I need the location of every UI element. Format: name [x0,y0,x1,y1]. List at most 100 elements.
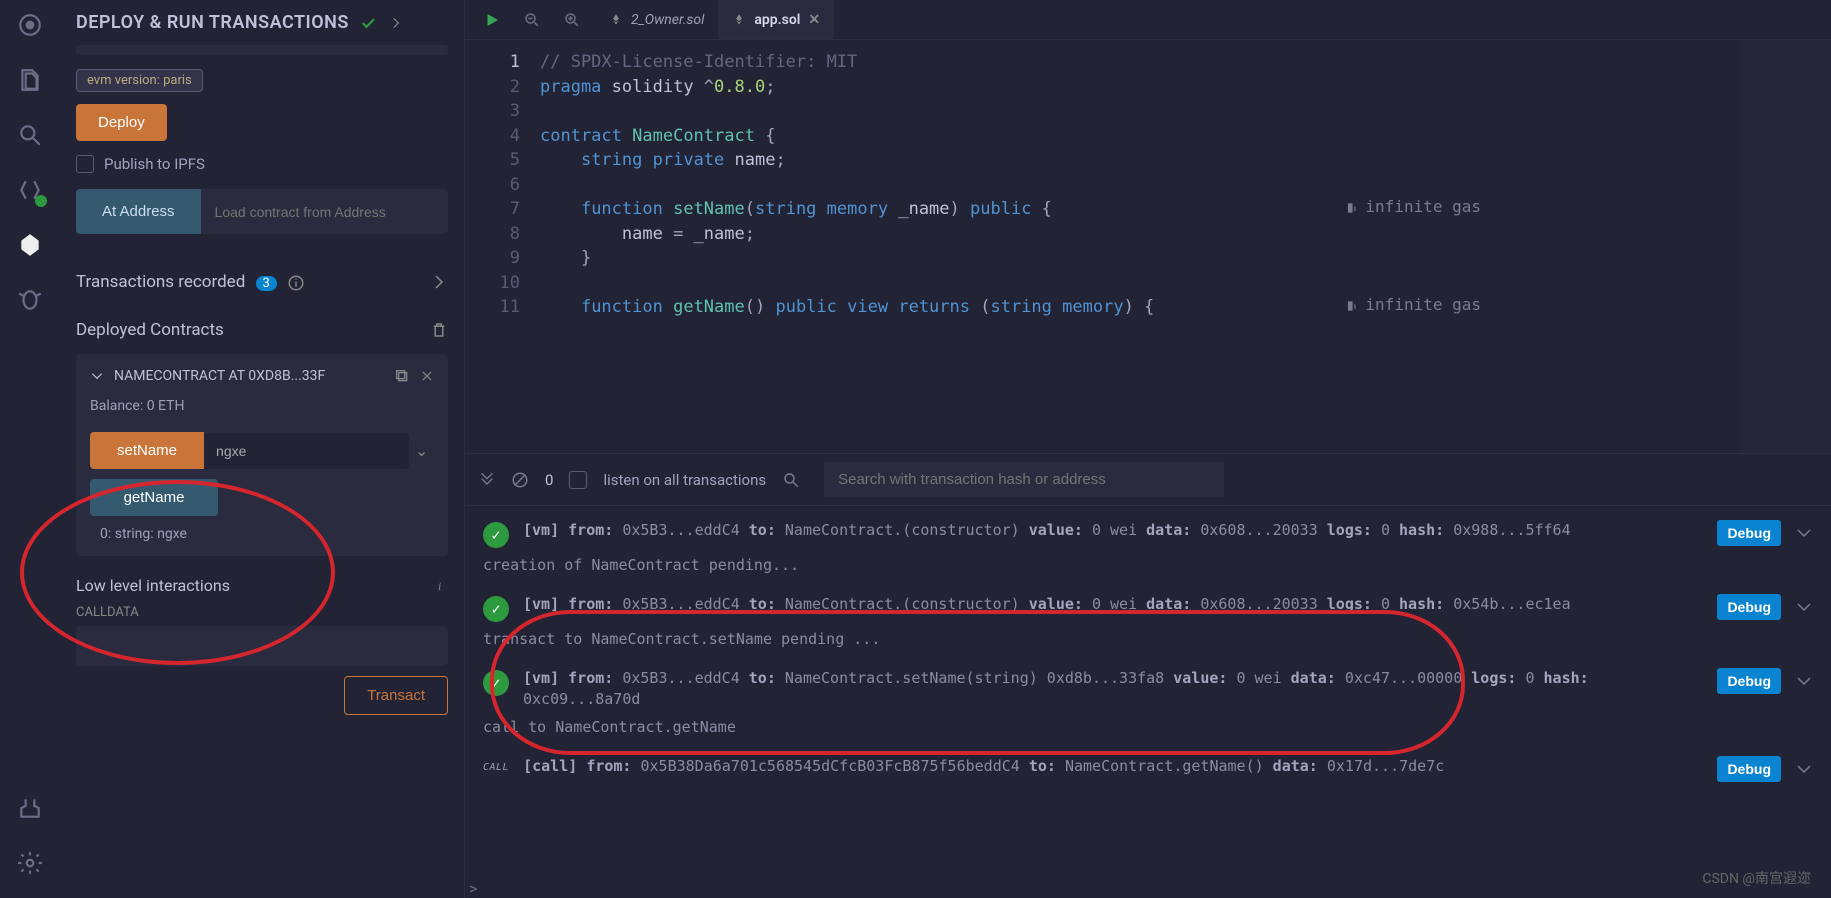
panel-title-text: DEPLOY & RUN TRANSACTIONS [76,12,349,33]
zoom-in-icon[interactable] [563,11,581,29]
chevron-down-icon[interactable] [90,369,104,383]
log-entry[interactable]: ✓[vm] from: 0x5B3...eddC4 to: NameContra… [483,520,1813,548]
check-icon [359,14,377,32]
code-line-3[interactable] [540,99,1831,124]
close-icon[interactable] [420,369,434,383]
debugger-icon[interactable] [15,285,45,315]
info-icon[interactable] [287,274,305,292]
code-line-8[interactable]: name = _name; [540,222,1831,247]
compiler-icon[interactable] [15,175,45,205]
low-level-label: Low level interactions [76,576,230,595]
chevron-right-icon[interactable] [430,273,448,291]
code-line-4[interactable]: contract NameContract { [540,124,1831,149]
log-entry[interactable]: ✓ [vm] from: 0x5B3...eddC4 to: NameContra… [483,668,1813,710]
code-line-11[interactable]: function getName() public view returns (… [540,295,1831,320]
log-text: [vm] from: 0x5B3...eddC4 to: NameContrac… [523,668,1703,710]
terminal-body[interactable]: ✓ [vm] from: 0x5B3...eddC4 to: NameContra… [465,506,1831,879]
at-address-button[interactable]: At Address [76,189,201,234]
files-icon[interactable] [15,65,45,95]
chevron-down-icon[interactable] [1795,760,1813,782]
publish-ipfs-checkbox[interactable] [76,155,94,173]
collapse-icon[interactable] [479,472,495,488]
terminal-prompt[interactable]: > [465,879,1831,898]
transact-button[interactable]: Transact [344,676,448,715]
solidity-icon [732,13,746,27]
evm-version-badge: evm version: paris [76,69,203,92]
tab-label: app.sol [754,12,800,28]
solidity-icon [609,13,623,27]
remix-logo-icon[interactable] [15,10,45,40]
debug-button[interactable]: Debug [1717,594,1781,620]
function-button-getName[interactable]: getName [90,479,218,516]
chevron-down-icon[interactable] [1795,524,1813,546]
debug-button[interactable]: Debug [1717,756,1781,782]
tab-2_Owner-sol[interactable]: 2_Owner.sol [595,0,718,39]
tx-recorded-row[interactable]: Transactions recorded 3 [76,258,448,306]
function-input-setName[interactable] [204,433,409,469]
play-icon[interactable] [483,11,501,29]
chevron-down-icon[interactable]: ⌄ [409,441,434,460]
return-value: 0: string: ngxe [100,526,434,542]
contract-balance: Balance: 0 ETH [90,398,434,414]
code-line-5[interactable]: string private name; [540,148,1831,173]
function-button-setName[interactable]: setName [90,432,204,469]
code-area[interactable]: // SPDX-License-Identifier: MITpragma so… [540,40,1831,453]
function-row-setName: setName ⌄ [90,432,434,469]
code-line-1[interactable]: // SPDX-License-Identifier: MIT [540,50,1831,75]
copy-icon[interactable] [394,368,410,384]
minimap[interactable] [1741,40,1831,453]
log-entry[interactable]: CALL [call] from: 0x5B38Da6a701c568545dCf… [483,756,1813,782]
calldata-input[interactable] [76,626,448,666]
deploy-button[interactable]: Deploy [76,104,167,141]
search-icon[interactable] [782,471,800,489]
function-row-getName: getName [90,479,434,516]
info-icon[interactable]: i [432,578,448,594]
call-badge: CALL [483,762,509,773]
check-icon: ✓ [483,670,509,696]
publish-ipfs-label: Publish to IPFS [104,155,205,173]
log-text: [vm] from: 0x5B3...eddC4 to: NameContrac… [523,594,1703,615]
main-area: 2_Owner.sol app.sol ✕ 1234567891011 // SPD… [465,0,1831,898]
code-line-10[interactable] [540,271,1831,296]
calldata-label: CALLDATA [76,605,448,620]
terminal-toolbar: 0 listen on all transactions [465,454,1831,506]
tx-recorded-label: Transactions recorded [76,272,245,292]
terminal: 0 listen on all transactions ✓ [vm] from:… [465,453,1831,898]
chevron-down-icon[interactable] [1795,672,1813,694]
ban-icon[interactable] [511,471,529,489]
code-line-6[interactable] [540,173,1831,198]
chevron-down-icon[interactable] [1795,598,1813,620]
zoom-out-icon[interactable] [523,11,541,29]
log-pending: call to NameContract.getName [483,718,1813,736]
trash-icon[interactable] [430,321,448,339]
terminal-search-input[interactable] [824,462,1224,497]
gas-annotation: infinite gas [1345,197,1481,216]
log-pending: transact to NameContract.setName pending… [483,630,1813,648]
code-line-2[interactable]: pragma solidity ^0.8.0; [540,75,1831,100]
deploy-panel: DEPLOY & RUN TRANSACTIONS evm version: p… [60,0,465,898]
contract-name: NAMECONTRACT AT 0XD8B...33F [114,368,384,384]
listen-checkbox[interactable] [569,471,587,489]
deployed-contracts-row: Deployed Contracts [76,306,448,354]
debug-button[interactable]: Debug [1717,668,1781,694]
search-icon[interactable] [15,120,45,150]
tab-app-sol[interactable]: app.sol ✕ [718,0,834,39]
log-text: [call] from: 0x5B38Da6a701c568545dCfcB03… [523,756,1703,777]
watermark: CSDN @南宫遐迩 [1702,868,1811,888]
code-editor[interactable]: 1234567891011 // SPDX-License-Identifier… [465,40,1831,453]
code-line-7[interactable]: function setName(string memory _name) pu… [540,197,1831,222]
tab-label: 2_Owner.sol [631,12,704,28]
log-entry[interactable]: ✓ [vm] from: 0x5B3...eddC4 to: NameContra… [483,594,1813,622]
plugin-icon[interactable] [15,793,45,823]
close-tab-icon[interactable]: ✕ [808,12,820,28]
tx-recorded-count: 3 [256,276,277,291]
check-icon: ✓ [483,596,509,622]
deploy-icon[interactable] [15,230,45,260]
settings-icon[interactable] [15,848,45,878]
code-line-9[interactable]: } [540,246,1831,271]
log-text: [vm] from: 0x5B3...eddC4 to: NameContrac… [523,520,1703,541]
left-icon-bar [0,0,60,898]
at-address-input[interactable] [201,189,448,234]
debug-button[interactable]: Debug [1717,520,1781,546]
chevron-right-icon[interactable] [389,16,403,30]
